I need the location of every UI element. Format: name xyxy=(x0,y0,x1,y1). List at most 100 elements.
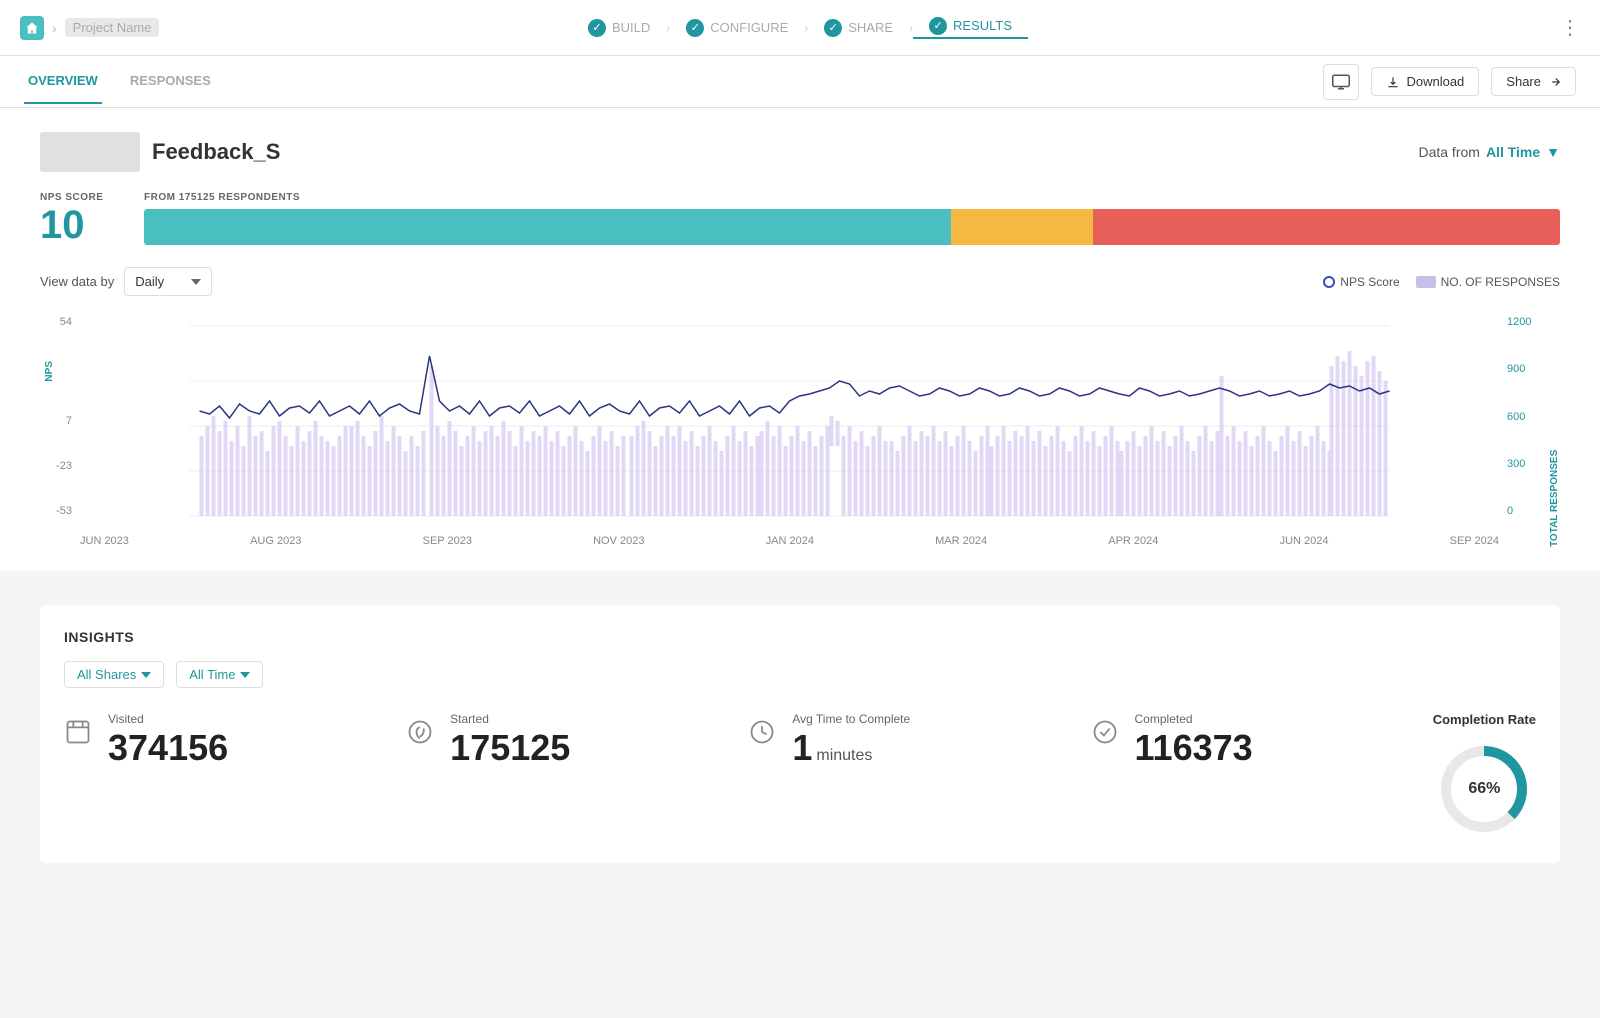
visited-icon xyxy=(64,718,96,750)
completion-donut: 66% xyxy=(1434,739,1534,839)
data-from[interactable]: Data from All Time ▼ xyxy=(1418,144,1560,160)
visited-value: 374156 xyxy=(108,728,228,768)
filter-shares-caret xyxy=(141,672,151,678)
started-content: Started 175125 xyxy=(450,712,570,768)
avgtime-unit: minutes xyxy=(816,747,872,765)
completion-rate-value: 66% xyxy=(1468,780,1500,798)
x-label-jun24: JUN 2024 xyxy=(1280,535,1329,547)
top-nav: › Project Name ✓ BUILD › ✓ CONFIGURE › ✓… xyxy=(0,0,1600,56)
y-left-54: 54 xyxy=(40,316,72,328)
nav-steps: ✓ BUILD › ✓ CONFIGURE › ✓ SHARE › ✓ RESU… xyxy=(572,17,1028,39)
completed-label: Completed xyxy=(1135,712,1253,726)
legend-responses: NO. OF RESPONSES xyxy=(1416,275,1560,289)
survey-thumbnail xyxy=(40,132,140,172)
share-button[interactable]: Share xyxy=(1491,67,1576,96)
project-name: Project Name xyxy=(65,18,160,37)
avgtime-icon xyxy=(748,718,780,750)
y-left-axis: 54 NPS 7 -23 -53 xyxy=(40,306,80,547)
chart-wrapper: 54 NPS 7 -23 -53 xyxy=(40,306,1560,547)
nps-label: NPS SCORE xyxy=(40,192,120,203)
y-right-axis: 1200 900 600 300 0 xyxy=(1499,306,1549,547)
nav-step-share[interactable]: ✓ SHARE xyxy=(808,19,909,37)
respondents-label: FROM 175125 RESPONDENTS xyxy=(144,192,1560,203)
stat-visited: Visited 374156 xyxy=(64,712,406,768)
build-label: BUILD xyxy=(612,20,650,35)
results-check: ✓ xyxy=(929,17,947,35)
monitor-icon[interactable] xyxy=(1323,64,1359,100)
y-right-1200: 1200 xyxy=(1507,316,1549,328)
y-left-7: 7 xyxy=(40,415,72,427)
share-check: ✓ xyxy=(824,19,842,37)
share-step-label: SHARE xyxy=(848,20,893,35)
nps-bar-detractors xyxy=(1093,209,1560,245)
x-label-apr24: APR 2024 xyxy=(1108,535,1158,547)
tab-overview[interactable]: OVERVIEW xyxy=(24,73,102,104)
visited-label: Visited xyxy=(108,712,228,726)
filter-time-caret xyxy=(240,672,250,678)
x-label-sep24: SEP 2024 xyxy=(1450,535,1499,547)
toolbar: OVERVIEW RESPONSES Download Share xyxy=(0,56,1600,108)
filter-shares-button[interactable]: All Shares xyxy=(64,661,164,688)
data-from-value[interactable]: All Time xyxy=(1486,144,1540,160)
insights-stats-row: Visited 374156 Started 175125 xyxy=(64,712,1536,839)
nps-bar-passives xyxy=(951,209,1093,245)
main-content: Feedback_S Data from All Time ▼ NPS SCOR… xyxy=(0,108,1600,571)
chart-area: JUN 2023 AUG 2023 SEP 2023 NOV 2023 JAN … xyxy=(80,306,1499,547)
nps-value: 10 xyxy=(40,203,120,247)
avgtime-value: 1 xyxy=(792,728,812,768)
y-left-n53: -53 xyxy=(40,505,72,517)
tab-responses[interactable]: RESPONSES xyxy=(126,73,215,104)
stat-completed: Completed 116373 xyxy=(1091,712,1433,768)
started-label: Started xyxy=(450,712,570,726)
x-label-sep23: SEP 2023 xyxy=(423,535,472,547)
nav-step-results[interactable]: ✓ RESULTS xyxy=(913,17,1028,39)
nav-step-configure[interactable]: ✓ CONFIGURE xyxy=(670,19,804,37)
nav-step-build[interactable]: ✓ BUILD xyxy=(572,19,666,37)
download-button[interactable]: Download xyxy=(1371,67,1479,96)
survey-title-area: Feedback_S xyxy=(40,132,280,172)
y-right-0: 0 xyxy=(1507,505,1549,517)
completed-content: Completed 116373 xyxy=(1135,712,1253,768)
more-menu-icon[interactable]: ⋮ xyxy=(1560,15,1580,40)
x-label-jun23: JUN 2023 xyxy=(80,535,129,547)
breadcrumb: › Project Name xyxy=(20,16,159,40)
started-icon xyxy=(406,718,438,750)
filter-shares-label: All Shares xyxy=(77,667,136,682)
legend-nps: NPS Score xyxy=(1323,275,1399,289)
y-left-n23: -23 xyxy=(40,460,72,472)
x-label-aug23: AUG 2023 xyxy=(250,535,301,547)
data-from-caret: ▼ xyxy=(1546,144,1560,160)
completion-rate-title: Completion Rate xyxy=(1433,712,1536,727)
avgtime-label: Avg Time to Complete xyxy=(792,712,910,726)
completion-rate: Completion Rate 66% xyxy=(1433,712,1536,839)
share-label: Share xyxy=(1506,74,1541,89)
visited-content: Visited 374156 xyxy=(108,712,228,768)
insights-filters: All Shares All Time xyxy=(64,661,1536,688)
y-right-axis-label: TOTAL RESPONSES xyxy=(1549,306,1560,547)
x-label-jan24: JAN 2024 xyxy=(766,535,814,547)
nps-line xyxy=(200,356,1390,418)
completed-value: 116373 xyxy=(1135,728,1253,768)
legend-nps-label: NPS Score xyxy=(1340,275,1399,289)
y-right-900: 900 xyxy=(1507,363,1549,375)
filter-time-label: All Time xyxy=(189,667,235,682)
insights-title: INSIGHTS xyxy=(64,629,1536,645)
nps-section: NPS SCORE 10 FROM 175125 RESPONDENTS xyxy=(40,192,1560,247)
filter-time-button[interactable]: All Time xyxy=(176,661,263,688)
started-value: 175125 xyxy=(450,728,570,768)
home-icon[interactable] xyxy=(20,16,44,40)
frequency-select[interactable]: Daily Weekly Monthly xyxy=(124,267,212,296)
results-label: RESULTS xyxy=(953,18,1012,33)
legend-nps-icon xyxy=(1323,276,1335,288)
y-left-axis-label: NPS xyxy=(44,361,72,382)
nps-respondents: FROM 175125 RESPONDENTS xyxy=(144,192,1560,245)
y-right-300: 300 xyxy=(1507,458,1549,470)
x-label-mar24: MAR 2024 xyxy=(935,535,987,547)
legend-responses-icon xyxy=(1416,276,1436,288)
completed-icon xyxy=(1091,718,1123,750)
response-bars xyxy=(200,351,1388,516)
configure-check: ✓ xyxy=(686,19,704,37)
bottom-section: INSIGHTS All Shares All Time xyxy=(0,571,1600,887)
avgtime-value-row: 1 minutes xyxy=(792,728,910,768)
nps-bar-promoters xyxy=(144,209,951,245)
